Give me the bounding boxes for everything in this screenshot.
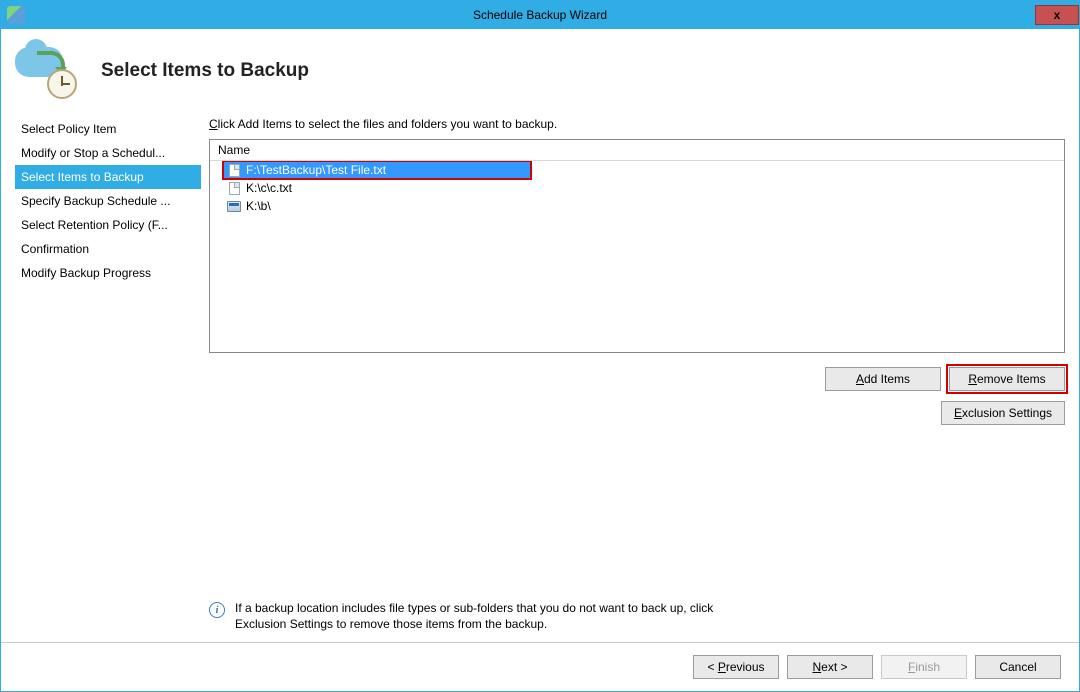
list-body: F:\TestBackup\Test File.txt K:\c\c.txt K… [210,161,1064,352]
list-item[interactable]: K:\b\ [210,197,1064,215]
instruction-text: Click Add Items to select the files and … [209,117,1065,131]
drive-icon [226,199,242,213]
main-panel: Click Add Items to select the files and … [201,117,1065,642]
file-icon [226,181,242,195]
info-icon: i [209,602,225,618]
close-icon: x [1054,8,1061,22]
cancel-button[interactable]: Cancel [975,655,1061,679]
add-items-button[interactable]: Add Items [825,367,941,391]
sidebar-step-confirmation[interactable]: Confirmation [15,237,201,261]
close-button[interactable]: x [1035,5,1079,25]
page-title: Select Items to Backup [101,60,309,82]
info-row: i If a backup location includes file typ… [209,590,1065,642]
item-path: K:\c\c.txt [246,181,292,195]
wizard-body: Select Policy Item Modify or Stop a Sche… [1,117,1079,642]
exclusion-settings-button[interactable]: Exclusion Settings [941,401,1065,425]
items-listbox[interactable]: Name F:\TestBackup\Test File.txt K:\c\c.… [209,139,1065,353]
step-sidebar: Select Policy Item Modify or Stop a Sche… [15,117,201,642]
remove-items-button[interactable]: Remove Items [949,367,1065,391]
previous-button[interactable]: < Previous [693,655,779,679]
content-area: Select Items to Backup Select Policy Ite… [1,29,1079,691]
sidebar-step-retention[interactable]: Select Retention Policy (F... [15,213,201,237]
window-title: Schedule Backup Wizard [1,8,1079,22]
wizard-window: Schedule Backup Wizard x Select Items to… [0,0,1080,692]
app-icon [7,6,25,24]
sidebar-step-policy[interactable]: Select Policy Item [15,117,201,141]
wizard-header: Select Items to Backup [1,29,1079,117]
sidebar-step-progress[interactable]: Modify Backup Progress [15,261,201,285]
list-column-name[interactable]: Name [210,140,1064,161]
wizard-footer: < Previous Next > Finish Cancel [1,642,1079,691]
item-buttons-row: Add Items Remove Items [209,367,1065,391]
item-path: F:\TestBackup\Test File.txt [246,163,386,177]
exclusion-button-row: Exclusion Settings [209,401,1065,425]
sidebar-step-schedule[interactable]: Specify Backup Schedule ... [15,189,201,213]
backup-schedule-icon [15,43,77,99]
file-icon [226,163,242,177]
sidebar-step-modify-stop[interactable]: Modify or Stop a Schedul... [15,141,201,165]
list-item[interactable]: K:\c\c.txt [210,179,1064,197]
list-item[interactable]: F:\TestBackup\Test File.txt [210,161,1064,179]
titlebar: Schedule Backup Wizard x [1,1,1079,29]
item-path: K:\b\ [246,199,271,213]
sidebar-step-select-items[interactable]: Select Items to Backup [15,165,201,189]
finish-button: Finish [881,655,967,679]
info-text: If a backup location includes file types… [235,600,715,632]
next-button[interactable]: Next > [787,655,873,679]
